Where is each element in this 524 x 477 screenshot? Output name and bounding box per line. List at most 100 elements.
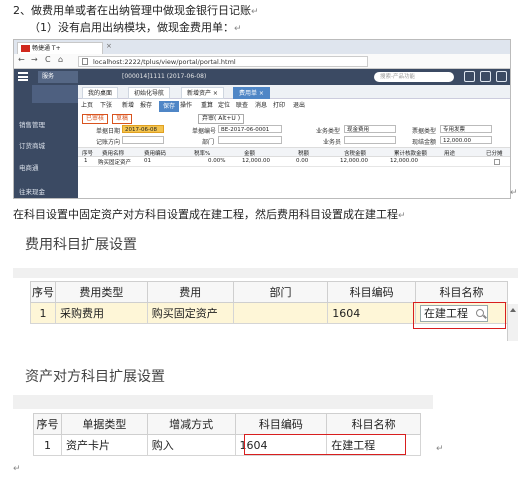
col-header: 序号 bbox=[82, 151, 94, 157]
doc-middle-paragraph: 在科目设置中固定资产对方科目设置成在建工程，然后费用科目设置成在建工程↵ bbox=[13, 208, 406, 221]
amount-label: 现结金额 bbox=[412, 139, 437, 146]
tab-desktop[interactable]: 我的桌面 bbox=[82, 87, 119, 99]
layout-icon[interactable] bbox=[464, 71, 475, 82]
grid-header: 序号 费用名称 费用编码 税率% 金额 税额 含税金额 累计核款金额 用途 已分… bbox=[78, 147, 510, 157]
col-header: 费用编码 bbox=[144, 151, 167, 157]
staff-field[interactable] bbox=[344, 136, 396, 144]
invoice-label: 票据类型 bbox=[412, 128, 437, 135]
grid-cell: 0.00 bbox=[296, 158, 309, 164]
doc-type-cell: 资产卡片 bbox=[60, 434, 148, 456]
doc-subheading: （1）没有启用出纳模块，做现金费用单：↵ bbox=[29, 21, 242, 34]
col-header: 部门 bbox=[232, 281, 329, 303]
url-input[interactable]: localhost:2222/tplus/view/portal/portal.… bbox=[78, 56, 368, 67]
query-button[interactable]: 联查 bbox=[236, 100, 248, 112]
user-icon[interactable] bbox=[496, 71, 507, 82]
method-cell: 购入 bbox=[146, 434, 236, 456]
grid-cell: 1 bbox=[84, 158, 88, 164]
next-button[interactable]: 下张 bbox=[100, 100, 112, 112]
dept-cell[interactable] bbox=[232, 302, 329, 324]
biz-type-label: 业务类型 bbox=[316, 128, 341, 135]
services-button[interactable]: 服务 bbox=[38, 71, 78, 83]
print-button[interactable]: 打印 bbox=[273, 100, 285, 112]
forward-icon[interactable]: → bbox=[31, 55, 38, 64]
recalc-button[interactable]: 重算 bbox=[201, 100, 213, 112]
page-tabs: 我的桌面 初始化导航 新增资产 × 费用单 × bbox=[78, 85, 510, 99]
tab-new-asset[interactable]: 新增资产 × bbox=[181, 87, 224, 99]
save-button[interactable]: 保存 bbox=[159, 101, 180, 112]
grid-cell: 购买固定资产 bbox=[98, 160, 132, 166]
grid-cell: 0.00% bbox=[208, 158, 226, 164]
tab-expense-bill[interactable]: 费用单 × bbox=[233, 87, 270, 99]
grid-cell: 01 bbox=[144, 158, 151, 164]
operate-button[interactable]: 操作 bbox=[180, 100, 192, 112]
col-header: 税额 bbox=[298, 151, 310, 157]
col-header: 科目名称 bbox=[326, 413, 421, 435]
col-header: 已分摊 bbox=[486, 151, 503, 157]
grid-cell: 12,000.00 bbox=[242, 158, 270, 164]
allocated-checkbox[interactable] bbox=[494, 159, 500, 165]
status-badge-audited: 已审核 bbox=[82, 114, 109, 124]
col-header: 单据类型 bbox=[60, 413, 148, 435]
date-field[interactable]: 2017-06-08 bbox=[122, 125, 164, 133]
col-header: 含税金额 bbox=[344, 151, 367, 157]
code-field[interactable]: BE-2017-06-0001 bbox=[218, 125, 282, 133]
tab-init-nav[interactable]: 初始化导航 bbox=[128, 87, 171, 99]
sidebar-search[interactable] bbox=[32, 85, 78, 103]
return-mark: ↵ bbox=[436, 444, 444, 454]
dept-label: 部门 bbox=[202, 139, 215, 146]
back-icon[interactable]: ← bbox=[18, 55, 25, 64]
highlight-box bbox=[244, 434, 406, 455]
browser-tab[interactable]: 畅捷通 T+ bbox=[17, 42, 103, 54]
sidebar-item-sales[interactable]: 销售管理 bbox=[19, 119, 45, 129]
org-info: [000014]1111 (2017-06-08) bbox=[122, 73, 207, 80]
col-header: 累计核款金额 bbox=[394, 151, 428, 157]
col-header: 增减方式 bbox=[146, 413, 236, 435]
sidebar-item-cash[interactable]: 往来现金 bbox=[19, 186, 45, 196]
amount-field[interactable]: 12,000.00 bbox=[440, 136, 492, 144]
toolbar: 上页 下张 新增 报存 保存 操作 重算 定位 联查 消息 打印 退出 bbox=[78, 100, 510, 112]
menu-icon[interactable] bbox=[18, 72, 28, 81]
app-main: 我的桌面 初始化导航 新增资产 × 费用单 × 上页 下张 新增 报存 保存 操… bbox=[78, 85, 510, 198]
divider bbox=[13, 395, 433, 409]
code-label: 单据编号 bbox=[192, 128, 217, 135]
status-row: 已审核 草稿 弃审( Alt+U ) bbox=[78, 113, 510, 124]
record-field[interactable] bbox=[122, 136, 164, 144]
col-header: 费用名称 bbox=[102, 151, 125, 157]
scrollbar[interactable] bbox=[507, 304, 518, 341]
grid-cell: 12,000.00 bbox=[390, 158, 418, 164]
dept-field[interactable] bbox=[218, 136, 282, 144]
browser-tabbar: 畅捷通 T+ × bbox=[14, 40, 510, 54]
locate-button[interactable]: 定位 bbox=[218, 100, 230, 112]
col-header: 科目编码 bbox=[234, 413, 328, 435]
home-icon[interactable]: ⌂ bbox=[58, 55, 63, 64]
biz-type-field[interactable]: 现金费用 bbox=[344, 125, 396, 133]
product-search-input[interactable]: 搜索-产品功能 bbox=[374, 72, 454, 82]
col-header: 税率% bbox=[194, 151, 211, 157]
col-header: 科目编码 bbox=[327, 281, 417, 303]
url-text: localhost:2222/tplus/view/portal/portal.… bbox=[93, 58, 236, 66]
exit-button[interactable]: 退出 bbox=[293, 100, 305, 112]
new-button[interactable]: 新增 bbox=[122, 100, 134, 112]
col-header: 用途 bbox=[444, 151, 456, 157]
address-bar: ← → C ⌂ localhost:2222/tplus/view/portal… bbox=[14, 54, 510, 69]
prev-button[interactable]: 上页 bbox=[81, 100, 93, 112]
app-logo-icon bbox=[21, 45, 30, 52]
report-button[interactable]: 报存 bbox=[140, 100, 152, 112]
reload-icon[interactable]: C bbox=[45, 55, 51, 64]
col-header: 费用类型 bbox=[54, 281, 148, 303]
return-mark: ↵ bbox=[13, 464, 21, 474]
row-index: 1 bbox=[33, 434, 62, 456]
sidebar-item-order-mall[interactable]: 订货商城 bbox=[19, 140, 45, 150]
subject-code-cell: 1604 bbox=[327, 302, 417, 324]
message-button[interactable]: 消息 bbox=[255, 100, 267, 112]
invoice-field[interactable]: 专用发票 bbox=[440, 125, 492, 133]
scroll-up-icon[interactable] bbox=[510, 308, 516, 312]
screen-icon[interactable] bbox=[480, 71, 491, 82]
divider bbox=[13, 268, 518, 278]
asset-table-title: 资产对方科目扩展设置 bbox=[25, 369, 165, 385]
browser-tab-title: 畅捷通 T+ bbox=[32, 45, 61, 52]
table-row[interactable]: 1 购买固定资产 01 0.00% 12,000.00 0.00 12,000.… bbox=[78, 157, 510, 167]
unaudit-button[interactable]: 弃审( Alt+U ) bbox=[198, 114, 245, 124]
sidebar-item-ecommerce[interactable]: 电商通 bbox=[19, 162, 39, 172]
tab-close-icon[interactable]: × bbox=[106, 42, 112, 50]
